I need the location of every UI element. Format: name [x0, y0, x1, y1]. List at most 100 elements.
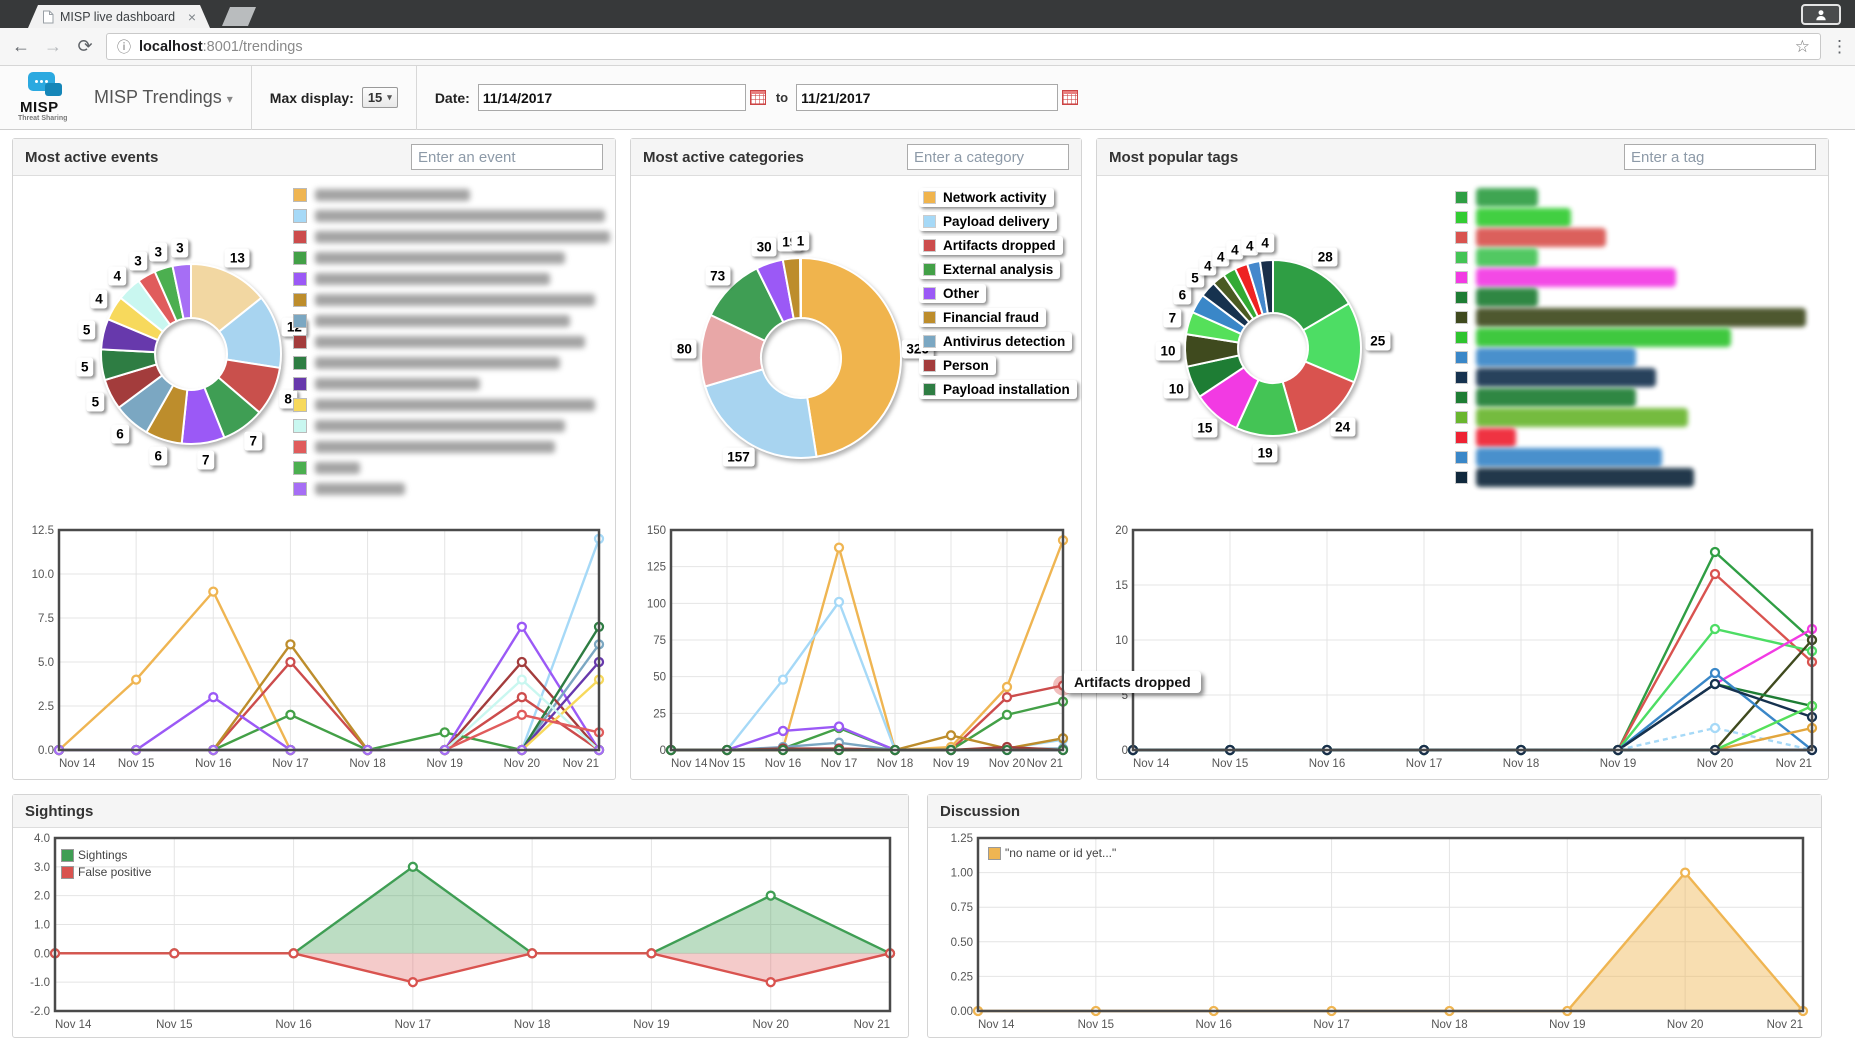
calendar-icon[interactable]	[1062, 90, 1078, 105]
redacted-event-name	[315, 315, 570, 327]
events-legend	[293, 188, 610, 503]
svg-text:0.50: 0.50	[951, 937, 973, 949]
event-legend-item[interactable]	[293, 272, 610, 286]
svg-text:Nov 21: Nov 21	[1776, 758, 1812, 770]
sightings-chart[interactable]: -2.0-1.00.01.02.03.04.0Nov 14Nov 15Nov 1…	[21, 830, 908, 1040]
svg-text:0: 0	[660, 745, 666, 757]
event-legend-item[interactable]	[293, 356, 610, 370]
tag-legend-item[interactable]	[1455, 390, 1806, 404]
svg-text:Nov 19: Nov 19	[933, 758, 969, 770]
tag-legend-item[interactable]	[1455, 470, 1806, 484]
svg-text:1.00: 1.00	[951, 868, 973, 880]
category-legend-item[interactable]: External analysis	[919, 260, 1060, 279]
tag-legend-item[interactable]	[1455, 290, 1806, 304]
tag-legend-item[interactable]	[1455, 310, 1806, 324]
event-legend-item[interactable]	[293, 440, 610, 454]
tags-donut-chart[interactable]: 2825241915101076544444	[1097, 176, 1437, 519]
misp-logo[interactable]: MISP Threat Sharing	[12, 70, 78, 126]
browser-tab[interactable]: MISP live dashboard ×	[28, 5, 210, 28]
donut-value-label: 10	[1156, 341, 1181, 360]
event-legend-item[interactable]	[293, 209, 610, 223]
legend-color-swatch	[1455, 251, 1468, 264]
page-info-icon[interactable]: ⓘ	[117, 37, 131, 57]
event-legend-item[interactable]	[293, 419, 610, 433]
tags-line-chart[interactable]: 05101520Nov 14Nov 15Nov 16Nov 17Nov 18No…	[1103, 524, 1828, 779]
event-legend-item[interactable]	[293, 377, 610, 391]
date-to-input[interactable]	[796, 84, 1058, 111]
category-legend-label: Person	[943, 358, 989, 373]
new-tab-button[interactable]	[222, 7, 256, 26]
svg-text:Nov 14: Nov 14	[55, 1019, 92, 1031]
tag-legend-item[interactable]	[1455, 410, 1806, 424]
categories-line-chart[interactable]: 0255075100125150Nov 14Nov 15Nov 16Nov 17…	[639, 524, 1081, 779]
redacted-event-name	[315, 483, 405, 495]
category-legend-item[interactable]: Other	[919, 284, 986, 303]
tag-legend-item[interactable]	[1455, 230, 1806, 244]
legend-color-swatch	[293, 314, 307, 328]
nav-trendings-dropdown[interactable]: MISP Trendings ▾	[94, 87, 233, 108]
tag-legend-item[interactable]	[1455, 250, 1806, 264]
events-line-chart[interactable]: 0.02.55.07.510.012.5Nov 14Nov 15Nov 16No…	[21, 524, 615, 779]
donut-value-label: 3	[129, 252, 147, 271]
category-legend-item[interactable]: Payload installation	[919, 380, 1077, 399]
max-display-select[interactable]: 15 ▾	[362, 87, 398, 108]
category-legend-item[interactable]: Payload delivery	[919, 212, 1057, 231]
panel-most-active-events: Most active events 13128776655544333 0.0…	[12, 138, 616, 780]
legend-color-swatch	[293, 188, 307, 202]
redacted-tag-pill	[1476, 468, 1694, 487]
event-legend-item[interactable]	[293, 314, 610, 328]
event-legend-item[interactable]	[293, 461, 610, 475]
calendar-icon[interactable]	[750, 90, 766, 105]
category-legend-item[interactable]: Network activity	[919, 188, 1054, 207]
tag-legend-item[interactable]	[1455, 430, 1806, 444]
event-legend-item[interactable]	[293, 251, 610, 265]
tag-legend-item[interactable]	[1455, 330, 1806, 344]
tag-legend-item[interactable]	[1455, 370, 1806, 384]
donut-value-label: 6	[1174, 285, 1192, 304]
browser-titlebar: MISP live dashboard ×	[0, 0, 1855, 28]
date-from-input[interactable]	[478, 84, 746, 111]
event-legend-item[interactable]	[293, 482, 610, 496]
category-legend-item[interactable]: Person	[919, 356, 996, 375]
redacted-event-name	[315, 210, 605, 222]
url-bar[interactable]: ⓘ localhost:8001/trendings ☆	[106, 33, 1821, 60]
svg-text:0: 0	[1122, 745, 1128, 757]
event-legend-item[interactable]	[293, 230, 610, 244]
category-legend-item[interactable]: Financial fraud	[919, 308, 1046, 327]
tag-search-input[interactable]	[1624, 144, 1816, 170]
url-host: localhost	[139, 39, 203, 55]
category-legend-item[interactable]: Antivirus detection	[919, 332, 1072, 351]
event-legend-item[interactable]	[293, 188, 610, 202]
browser-profile-button[interactable]	[1801, 4, 1841, 25]
chat-bubble-small-icon	[45, 83, 62, 96]
tag-legend-item[interactable]	[1455, 270, 1806, 284]
tag-legend-item[interactable]	[1455, 450, 1806, 464]
back-icon[interactable]: ←	[10, 36, 32, 57]
tag-legend-item[interactable]	[1455, 210, 1806, 224]
bookmark-star-icon[interactable]: ☆	[1795, 37, 1810, 57]
event-search-input[interactable]	[411, 144, 603, 170]
tab-close-icon[interactable]: ×	[188, 10, 196, 24]
svg-text:Nov 21: Nov 21	[563, 758, 599, 770]
category-search-input[interactable]	[907, 144, 1069, 170]
header-divider	[416, 66, 417, 130]
category-legend-item[interactable]: Artifacts dropped	[919, 236, 1063, 255]
event-legend-item[interactable]	[293, 398, 610, 412]
donut-value-label: 25	[1365, 332, 1390, 351]
forward-icon[interactable]: →	[42, 36, 64, 57]
panel-most-active-categories: Most active categories 326157807330191 N…	[630, 138, 1082, 780]
legend-color-swatch	[923, 239, 936, 252]
event-legend-item[interactable]	[293, 293, 610, 307]
legend-color-swatch	[1455, 211, 1468, 224]
tag-legend-item[interactable]	[1455, 190, 1806, 204]
tag-legend-item[interactable]	[1455, 350, 1806, 364]
reload-icon[interactable]: ⟳	[74, 36, 96, 57]
event-legend-item[interactable]	[293, 335, 610, 349]
browser-menu-icon[interactable]: ⋮	[1831, 37, 1845, 57]
legend-color-swatch	[1455, 231, 1468, 244]
discussion-chart[interactable]: 0.000.250.500.751.001.25Nov 14Nov 15Nov …	[936, 830, 1821, 1040]
legend-color-swatch	[1455, 291, 1468, 304]
legend-color-swatch	[293, 230, 307, 244]
svg-text:Nov 15: Nov 15	[1212, 758, 1248, 770]
donut-value-label: 157	[722, 447, 755, 466]
